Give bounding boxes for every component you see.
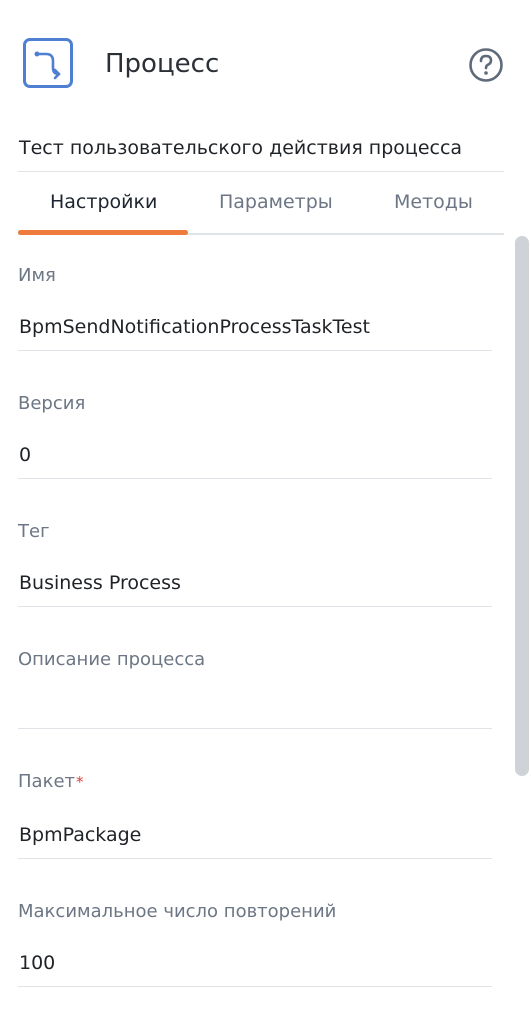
field-label: Описание процесса <box>18 649 206 670</box>
scrollbar[interactable] <box>515 236 529 776</box>
field-label: Максимальное число повторений <box>18 901 337 922</box>
field-label: Версия <box>18 393 86 414</box>
package-field: Пакет* BpmPackage <box>18 770 492 860</box>
help-icon[interactable] <box>468 47 504 83</box>
field-label: Пакет* <box>18 770 84 794</box>
max-retries-field: Максимальное число повторений 100 <box>18 900 492 990</box>
active-tab-indicator <box>18 230 188 235</box>
name-input[interactable]: BpmSendNotificationProcessTaskTest <box>19 314 370 340</box>
divider <box>18 171 504 172</box>
max-retries-input[interactable]: 100 <box>19 950 55 976</box>
field-underline <box>18 986 492 987</box>
description-field: Описание процесса <box>18 648 492 732</box>
panel-header: Процесс <box>0 0 531 130</box>
version-field: Версия 0 <box>18 392 492 482</box>
package-lookup[interactable]: BpmPackage <box>19 822 141 848</box>
tab-methods[interactable]: Методы <box>394 189 473 215</box>
field-underline <box>18 606 492 607</box>
process-caption: Тест пользовательского действия процесса <box>19 137 463 159</box>
tag-input[interactable]: Business Process <box>19 570 181 596</box>
field-underline <box>18 858 492 859</box>
process-icon <box>23 38 73 88</box>
name-field: Имя BpmSendNotificationProcessTaskTest <box>18 264 492 354</box>
field-label-text: Пакет <box>18 771 75 792</box>
field-underline <box>18 478 492 479</box>
description-input[interactable] <box>19 692 493 722</box>
tag-field: Тег Business Process <box>18 520 492 610</box>
field-label: Тег <box>18 521 50 542</box>
tab-bar: Настройки Параметры Методы <box>18 180 504 236</box>
tab-parameters[interactable]: Параметры <box>219 189 333 215</box>
tab-settings[interactable]: Настройки <box>50 189 157 215</box>
required-mark: * <box>76 773 84 791</box>
version-input[interactable]: 0 <box>19 442 31 468</box>
field-label: Имя <box>18 265 56 286</box>
field-underline <box>18 728 492 729</box>
field-underline <box>18 350 492 351</box>
page-title: Процесс <box>105 49 220 79</box>
